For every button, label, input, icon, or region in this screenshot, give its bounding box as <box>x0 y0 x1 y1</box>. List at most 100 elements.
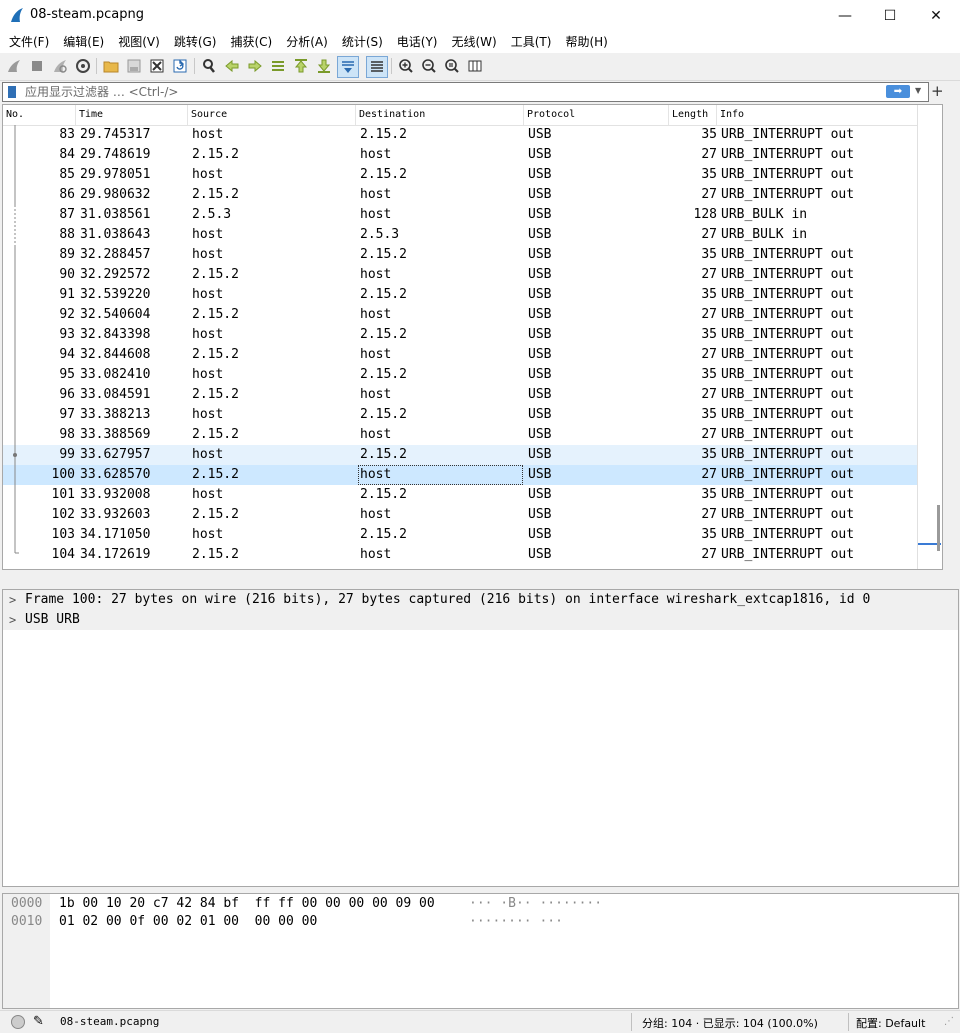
cell-time: 34.171050 <box>80 527 151 542</box>
reload-file-icon[interactable] <box>171 57 189 75</box>
status-profile[interactable]: 配置: Default <box>856 1015 925 1031</box>
restart-fin-icon[interactable] <box>51 57 69 75</box>
go-to-packet-icon[interactable] <box>269 57 287 75</box>
zoom-out-icon[interactable] <box>420 57 438 75</box>
cell-destination: host <box>360 187 392 202</box>
cell-info: URB_INTERRUPT out <box>721 287 855 302</box>
menu-edit[interactable]: 编辑(E) <box>56 31 111 53</box>
add-filter-button-icon[interactable]: + <box>931 82 944 100</box>
shark-fin-start-icon[interactable] <box>5 57 23 75</box>
go-forward-arrow-icon[interactable] <box>246 57 264 75</box>
packet-row[interactable]: 102 33.932603 2.15.2 host USB 27 URB_INTERRUPT… <box>3 505 917 525</box>
display-filter-input[interactable] <box>25 83 865 101</box>
find-packet-magnifier-icon[interactable] <box>200 57 218 75</box>
packet-details-pane: > Frame 100: 27 bytes on wire (216 bits)… <box>2 589 959 887</box>
zoom-in-icon[interactable] <box>397 57 415 75</box>
packet-row[interactable]: 104 34.172619 2.15.2 host USB 27 URB_INTERRUPT… <box>3 545 917 565</box>
menu-help[interactable]: 帮助(H) <box>558 31 614 53</box>
packet-list-vertical-scrollbar[interactable] <box>917 105 942 569</box>
close-file-icon[interactable] <box>148 57 166 75</box>
packet-row[interactable]: 97 33.388213 host 2.15.2 USB 35 URB_INTERRUPT … <box>3 405 917 425</box>
menu-file[interactable]: 文件(F) <box>0 31 56 53</box>
packet-row[interactable]: 95 33.082410 host 2.15.2 USB 35 URB_INTERRUPT … <box>3 365 917 385</box>
bytes-hex[interactable]: 1b 00 10 20 c7 42 84 bf ff ff 00 00 00 0… <box>59 895 435 913</box>
chevron-right-icon[interactable]: > <box>9 610 16 630</box>
minimize-button[interactable]: — <box>822 0 868 31</box>
cell-source: 2.15.2 <box>192 267 239 282</box>
cell-protocol: USB <box>528 427 552 442</box>
resize-grip-icon[interactable]: ⋰ <box>944 1016 954 1027</box>
packet-row[interactable]: 92 32.540604 2.15.2 host USB 27 URB_INTERRUPT … <box>3 305 917 325</box>
column-header-time[interactable]: Time <box>76 105 188 125</box>
packet-row[interactable]: 101 33.932008 host 2.15.2 USB 35 URB_INTERRUPT… <box>3 485 917 505</box>
menu-tools[interactable]: 工具(T) <box>504 31 559 53</box>
close-button[interactable]: ✕ <box>913 0 959 31</box>
packet-row[interactable]: 88 31.038643 host 2.5.3 USB 27 URB_BULK in <box>3 225 917 245</box>
detail-tree-item-frame[interactable]: > Frame 100: 27 bytes on wire (216 bits)… <box>3 590 958 610</box>
menu-go[interactable]: 跳转(G) <box>167 31 224 53</box>
packet-row[interactable]: 103 34.171050 host 2.15.2 USB 35 URB_INTERRUPT… <box>3 525 917 545</box>
save-file-icon[interactable] <box>125 57 143 75</box>
go-back-arrow-icon[interactable] <box>223 57 241 75</box>
capture-options-gear-icon[interactable] <box>74 57 92 75</box>
menu-capture[interactable]: 捕获(C) <box>223 31 279 53</box>
menu-analyze[interactable]: 分析(A) <box>279 31 335 53</box>
go-last-packet-icon[interactable] <box>315 57 333 75</box>
packet-row[interactable]: 99 33.627957 host 2.15.2 USB 35 URB_INTERRUPT … <box>3 445 917 465</box>
packet-row[interactable]: 96 33.084591 2.15.2 host USB 27 URB_INTERRUPT … <box>3 385 917 405</box>
packet-row[interactable]: 86 29.980632 2.15.2 host USB 27 URB_INTERRUPT … <box>3 185 917 205</box>
column-header-length[interactable]: Length <box>669 105 717 125</box>
packet-row[interactable]: 84 29.748619 2.15.2 host USB 27 URB_INTERRUPT … <box>3 145 917 165</box>
cell-protocol: USB <box>528 347 552 362</box>
wireshark-fin-icon <box>11 8 23 22</box>
cell-destination: host <box>360 427 392 442</box>
normal-size-icon[interactable] <box>443 57 461 75</box>
detail-item-label: USB URB <box>25 612 80 627</box>
expert-info-led-icon[interactable] <box>11 1015 25 1029</box>
cell-time: 33.932008 <box>80 487 151 502</box>
cell-info: URB_INTERRUPT out <box>721 187 855 202</box>
packet-row[interactable]: 100 33.628570 2.15.2 host USB 27 URB_INTERRUPT… <box>3 465 917 485</box>
filter-history-dropdown-icon[interactable]: ▼ <box>915 86 921 95</box>
packet-row[interactable]: 91 32.539220 host 2.15.2 USB 35 URB_INTERRUPT … <box>3 285 917 305</box>
bytes-offset: 0000 <box>11 896 43 911</box>
detail-tree-item-usb-urb[interactable]: > USB URB <box>3 610 958 630</box>
packet-row[interactable]: 83 29.745317 host 2.15.2 USB 35 URB_INTERRUPT … <box>3 125 917 145</box>
apply-filter-arrow-icon[interactable]: ➡ <box>886 85 910 98</box>
menu-view[interactable]: 视图(V) <box>111 31 167 53</box>
packet-row[interactable]: 87 31.038561 2.5.3 host USB 128 URB_BULK in <box>3 205 917 225</box>
cell-info: URB_INTERRUPT out <box>721 367 855 382</box>
column-header-info[interactable]: Info <box>717 105 917 125</box>
cell-info: URB_INTERRUPT out <box>721 447 855 462</box>
packet-row[interactable]: 90 32.292572 2.15.2 host USB 27 URB_INTERRUPT … <box>3 265 917 285</box>
cell-length: 35 <box>701 367 717 382</box>
bytes-hex[interactable]: 01 02 00 0f 00 02 01 00 00 00 00 <box>59 913 317 931</box>
stop-square-icon[interactable] <box>28 57 46 75</box>
colorize-icon[interactable] <box>366 56 388 78</box>
menu-statistics[interactable]: 统计(S) <box>335 31 390 53</box>
column-header-source[interactable]: Source <box>188 105 356 125</box>
chevron-right-icon[interactable]: > <box>9 590 16 610</box>
go-first-packet-icon[interactable] <box>292 57 310 75</box>
packet-row[interactable]: 93 32.843398 host 2.15.2 USB 35 URB_INTERRUPT … <box>3 325 917 345</box>
edit-comment-icon[interactable]: ✎ <box>33 1014 44 1029</box>
autoscroll-icon[interactable] <box>337 56 359 78</box>
packet-row[interactable]: 98 33.388569 2.15.2 host USB 27 URB_INTERRUPT … <box>3 425 917 445</box>
cell-info: URB_INTERRUPT out <box>721 127 855 142</box>
bytes-ascii[interactable]: ··· ·B·· ········ <box>469 895 602 913</box>
open-folder-icon[interactable] <box>102 57 120 75</box>
bytes-ascii[interactable]: ········ ··· <box>469 913 563 931</box>
column-header-protocol[interactable]: Protocol <box>524 105 669 125</box>
column-header-destination[interactable]: Destination <box>356 105 524 125</box>
cell-length: 27 <box>701 507 717 522</box>
menu-wireless[interactable]: 无线(W) <box>445 31 504 53</box>
packet-row[interactable]: 85 29.978051 host 2.15.2 USB 35 URB_INTERRUPT … <box>3 165 917 185</box>
menu-telephony[interactable]: 电话(Y) <box>390 31 445 53</box>
packet-row[interactable]: 89 32.288457 host 2.15.2 USB 35 URB_INTERRUPT … <box>3 245 917 265</box>
maximize-button[interactable]: ☐ <box>867 0 913 31</box>
resize-columns-icon[interactable] <box>466 57 484 75</box>
packet-row[interactable]: 94 32.844608 2.15.2 host USB 27 URB_INTERRUPT … <box>3 345 917 365</box>
column-header-no[interactable]: No. <box>3 105 76 125</box>
cell-protocol: USB <box>528 367 552 382</box>
filter-bookmark-icon[interactable] <box>8 86 16 98</box>
